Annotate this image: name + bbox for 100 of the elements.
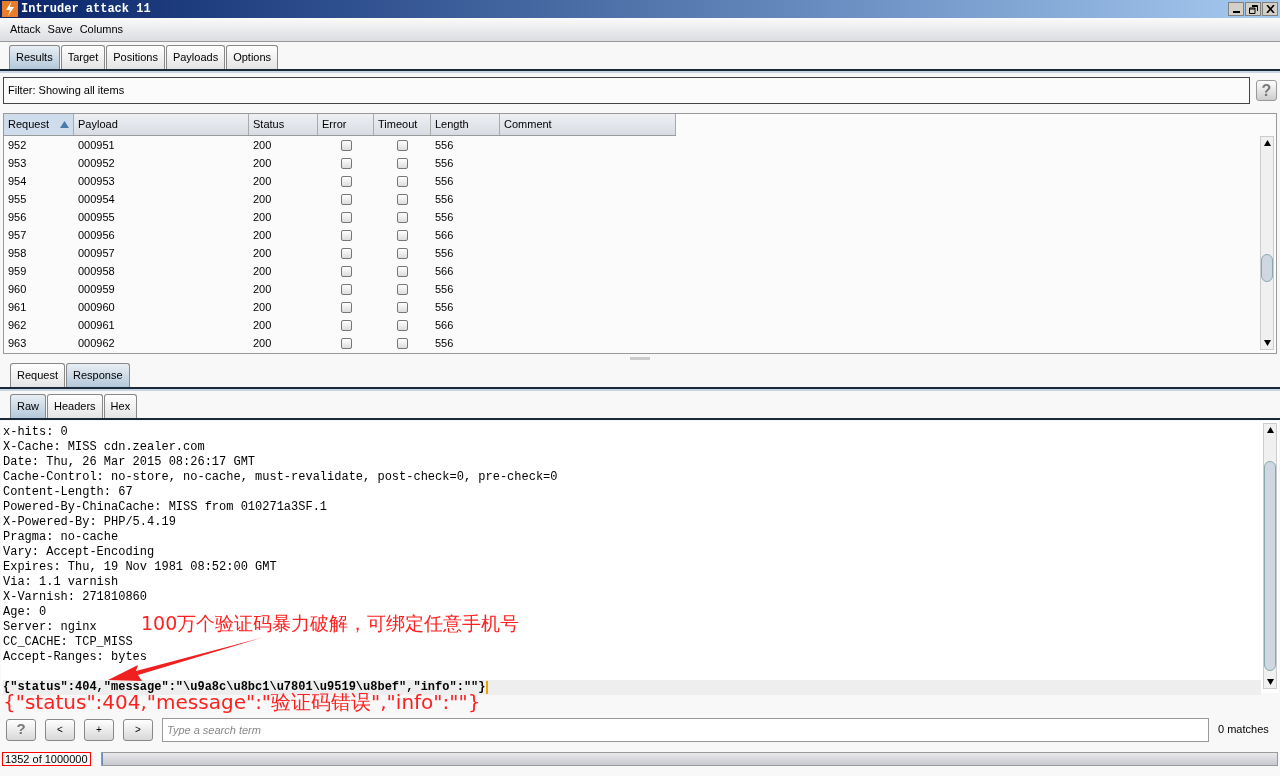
checkbox[interactable]: [397, 229, 408, 241]
scrollbar-thumb[interactable]: [1264, 461, 1276, 671]
table-cell-text: 200: [252, 317, 273, 333]
table-cell-text: 200: [252, 335, 273, 351]
checkbox[interactable]: [340, 247, 352, 259]
search-nav-button[interactable]: <: [45, 718, 75, 741]
checkbox[interactable]: [340, 319, 352, 331]
checkbox[interactable]: [340, 229, 352, 241]
column-header[interactable]: Length: [431, 114, 500, 135]
checkbox[interactable]: [340, 211, 352, 223]
filter-text: Filter: Showing all items: [8, 83, 125, 99]
scrollbar-thumb[interactable]: [1261, 254, 1273, 282]
table-cell-text: 566: [434, 263, 455, 279]
table-cell-text: 954: [7, 173, 28, 189]
table-cell-text: 556: [434, 191, 455, 207]
checkbox[interactable]: [340, 157, 352, 169]
table-cell-text: 000960: [77, 299, 116, 315]
menu-item[interactable]: Columns: [79, 21, 124, 38]
checkbox[interactable]: [397, 247, 408, 259]
search-nav-button[interactable]: >: [123, 718, 153, 741]
menu-item[interactable]: Attack: [10, 21, 41, 38]
checkbox[interactable]: [397, 157, 408, 169]
scrollbar[interactable]: [1263, 423, 1277, 689]
table-cell-text: 200: [252, 173, 273, 189]
column-header[interactable]: Payload: [74, 114, 249, 135]
tab[interactable]: Hex: [103, 394, 138, 418]
checkbox[interactable]: [340, 193, 352, 205]
response-header-line: Pragma: no-cache: [3, 530, 119, 545]
split-handle[interactable]: [630, 357, 650, 360]
text-cursor: [486, 681, 489, 694]
annotation-text: 100万个验证码暴力破解，可绑定任意手机号: [141, 611, 520, 636]
table-cell-text: 000954: [77, 191, 116, 207]
restore-button[interactable]: [1245, 2, 1261, 16]
table-cell-text: 566: [434, 317, 455, 333]
response-header-line: Accept-Ranges: bytes: [3, 650, 148, 665]
table-cell-text: 200: [252, 191, 273, 207]
search-nav-button[interactable]: +: [84, 718, 114, 741]
close-button[interactable]: [1262, 2, 1278, 16]
table-cell-text: 556: [434, 155, 455, 171]
table-cell-text: 556: [434, 245, 455, 261]
table-cell-text: 556: [434, 137, 455, 153]
tab[interactable]: Positions: [106, 45, 165, 69]
checkbox[interactable]: [340, 283, 352, 295]
checkbox[interactable]: [397, 211, 408, 223]
checkbox[interactable]: [340, 175, 352, 187]
tab[interactable]: Target: [60, 45, 106, 69]
response-body-line: {"status":404,"message":"\u9a8c\u8bc1\u7801\u9519\u8bef","info":""}: [3, 680, 486, 694]
column-header[interactable]: Error: [318, 114, 374, 135]
menu-item[interactable]: Save: [47, 21, 73, 38]
checkbox[interactable]: [397, 193, 408, 205]
minimize-button[interactable]: [1228, 2, 1244, 16]
tab[interactable]: Request: [10, 363, 65, 387]
close-icon: [1265, 5, 1275, 13]
table-cell-text: 200: [252, 137, 273, 153]
search-nav-button[interactable]: ?: [6, 718, 36, 741]
column-header[interactable]: Timeout: [374, 114, 431, 135]
checkbox[interactable]: [340, 139, 352, 151]
table-cell-text: 200: [252, 155, 273, 171]
progress-text: 1352 of 1000000: [2, 752, 91, 766]
checkbox[interactable]: [340, 265, 352, 277]
checkbox[interactable]: [397, 337, 408, 349]
scroll-up-icon: [1266, 427, 1274, 433]
table-cell-text: 957: [7, 227, 28, 243]
table-cell-text: 566: [434, 227, 455, 243]
checkbox[interactable]: [397, 265, 408, 277]
response-header-line: CC_CACHE: TCP_MISS: [3, 635, 133, 650]
checkbox[interactable]: [340, 337, 352, 349]
table-cell-text: 200: [252, 209, 273, 225]
column-header[interactable]: Status: [249, 114, 318, 135]
checkbox[interactable]: [397, 301, 408, 313]
response-header-line: Age: 0: [3, 605, 47, 620]
response-header-line: Content-Length: 67: [3, 485, 133, 500]
column-header[interactable]: Request: [4, 114, 74, 135]
filter-bar[interactable]: Filter: Showing all items: [3, 77, 1250, 104]
response-header-line: X-Varnish: 271810860: [3, 590, 148, 605]
search-field[interactable]: Type a search term: [162, 717, 1209, 742]
table-cell-text: 960: [7, 281, 28, 297]
tab[interactable]: Headers: [47, 394, 103, 418]
checkbox[interactable]: [397, 319, 408, 331]
table-cell-text: 958: [7, 245, 28, 261]
table-cell-text: 000957: [77, 245, 116, 261]
response-header-line: Date: Thu, 26 Mar 2015 08:26:17 GMT: [3, 455, 256, 470]
column-header[interactable]: Comment: [500, 114, 676, 135]
table-cell-text: 000955: [77, 209, 116, 225]
tab[interactable]: Response: [66, 363, 130, 387]
checkbox[interactable]: [397, 175, 408, 187]
scroll-down-icon: [1263, 340, 1271, 346]
table-cell-text: 000951: [77, 137, 116, 153]
checkbox[interactable]: [340, 301, 352, 313]
tab[interactable]: Raw: [10, 394, 46, 418]
help-button[interactable]: ?: [1256, 80, 1277, 101]
response-header-line: Vary: Accept-Encoding: [3, 545, 155, 560]
checkbox[interactable]: [397, 283, 408, 295]
tab[interactable]: Options: [226, 45, 279, 69]
restore-icon: [1248, 4, 1258, 14]
scrollbar[interactable]: [1260, 136, 1274, 350]
tab[interactable]: Results: [9, 45, 60, 69]
tab[interactable]: Payloads: [165, 45, 226, 69]
scroll-down-icon: [1266, 679, 1274, 685]
checkbox[interactable]: [397, 139, 408, 151]
